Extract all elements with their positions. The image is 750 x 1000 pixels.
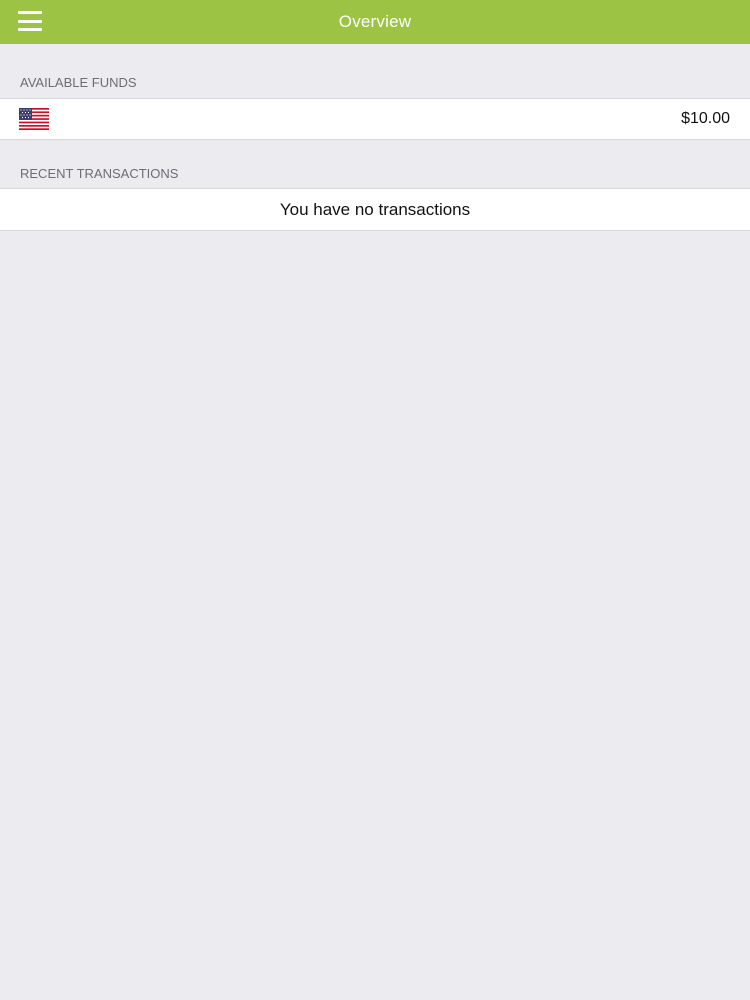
empty-transactions-message: You have no transactions bbox=[279, 199, 471, 219]
menu-bar-line bbox=[18, 28, 42, 31]
menu-bar-line bbox=[18, 19, 42, 23]
available-funds-header: AVAILABLE FUNDS bbox=[0, 44, 750, 98]
us-flag-icon bbox=[19, 108, 49, 130]
navigation-bar: Overview bbox=[0, 0, 750, 44]
hamburger-menu-icon[interactable] bbox=[18, 11, 42, 31]
recent-transactions-header-label: RECENT TRANSACTIONS bbox=[20, 166, 179, 181]
available-funds-amount: $10.00 bbox=[681, 110, 730, 127]
menu-bar-line bbox=[18, 11, 42, 14]
available-funds-header-label: AVAILABLE FUNDS bbox=[20, 75, 137, 90]
transactions-empty-row: You have no transactions bbox=[0, 188, 750, 231]
page-title: Overview bbox=[338, 12, 412, 31]
funds-row-usd[interactable]: $10.00 bbox=[0, 98, 750, 140]
recent-transactions-header: RECENT TRANSACTIONS bbox=[0, 140, 750, 188]
